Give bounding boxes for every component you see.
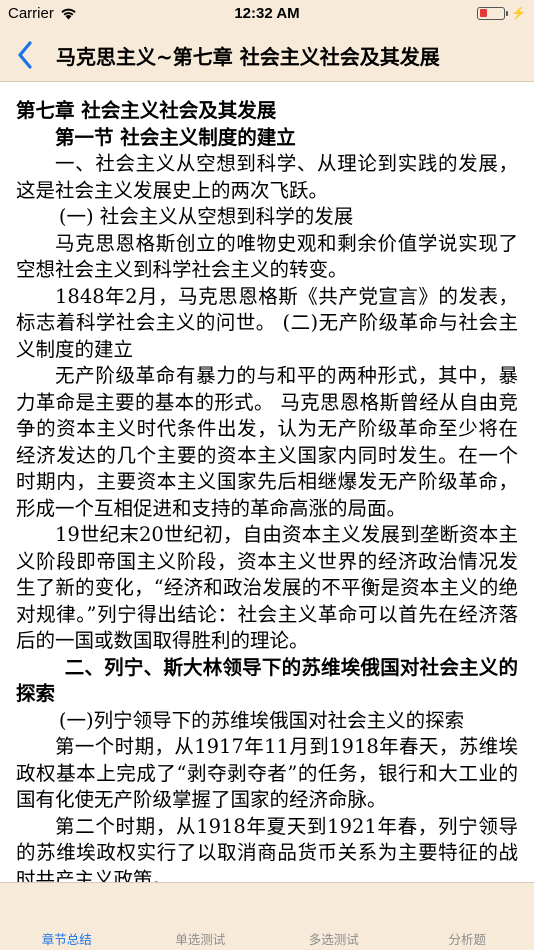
tab-label: 多选测试 [308,932,359,947]
section-title: 二、列宁、斯大林领导下的苏维埃俄国对社会主义的探索 [16,655,518,706]
navigation-bar: 马克思主义~第七章 社会主义社会及其发展 [0,28,534,82]
paragraph: 无产阶级革命有暴力的与和平的两种形式，其中，暴力革命是主要的基本的形式。 马克思… [16,364,518,520]
charging-icon: ⚡ [511,6,526,20]
tab-label: 章节总结 [41,932,92,947]
tab-bar: 章节总结 单选测试 多选测试 分析题 [0,882,534,950]
tab-label: 分析题 [448,932,486,947]
status-time: 12:32 AM [234,5,300,22]
paragraph: 第一个时期，从1917年11月到1918年春天，苏维埃政权基本上完成了“剥夺剥夺… [16,735,518,811]
paragraph: 一、社会主义从空想到科学、从理论到实践的发展，这是社会主义发展史上的两次飞跃。 [16,152,518,202]
tab-single-choice-test[interactable]: 单选测试 [134,883,268,950]
subsection-title: (一) 社会主义从空想到科学的发展 [58,205,354,228]
back-button[interactable] [10,38,40,72]
subsection-title: (一)列宁领导下的苏维埃俄国对社会主义的探索 [58,708,465,732]
paragraph: 19世纪末20世纪初，自由资本主义发展到垄断资本主义阶段即帝国主义阶段，资本主义… [16,523,518,652]
chapter-title: 第七章 社会主义社会及其发展 [16,99,277,122]
tab-label: 单选测试 [175,932,226,947]
paragraph: 第二个时期，从1918年夏天到1921年春，列宁领导的苏维埃政权实行了以取消商品… [16,814,518,883]
battery-icon [477,6,506,20]
tab-analysis-questions[interactable]: 分析题 [401,883,534,950]
status-bar: Carrier 12:32 AM ⚡ [0,0,534,28]
chevron-left-icon [18,41,32,69]
paragraph: 马克思恩格斯创立的唯物史观和剩余价值学说实现了空想社会主义到科学社会主义的转变。 [16,231,518,282]
chapter-summary-content[interactable]: 第七章 社会主义社会及其发展 第一节 社会主义制度的建立 一、社会主义从空想到科… [0,82,534,882]
tab-chapter-summary[interactable]: 章节总结 [0,883,134,950]
tab-multiple-choice-test[interactable]: 多选测试 [267,883,401,950]
page-title: 马克思主义~第七章 社会主义社会及其发展 [56,45,440,69]
paragraph: 1848年2月，马克思恩格斯《共产党宣言》的发表，标志着科学社会主义的问世。 (… [16,284,518,361]
section-title: 第一节 社会主义制度的建立 [55,125,296,149]
status-right: ⚡ [477,6,526,20]
